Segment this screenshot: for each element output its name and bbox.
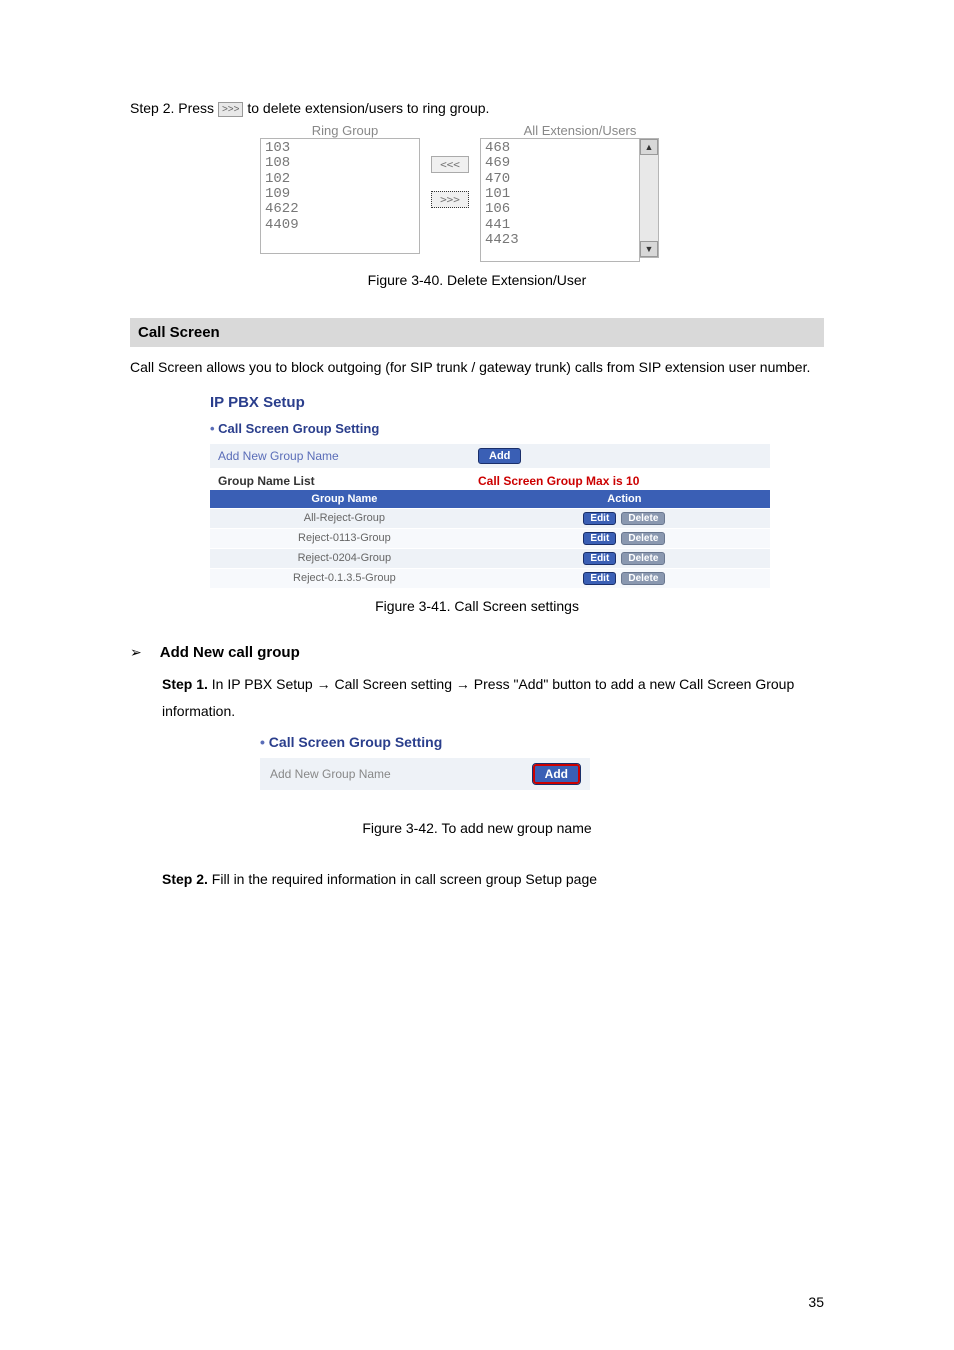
group-name-cell: All-Reject-Group <box>210 508 479 528</box>
ippbx-setup-block: IP PBX Setup Call Screen Group Setting A… <box>210 394 770 588</box>
call-screen-heading: Call Screen <box>130 318 824 347</box>
edit-button[interactable]: Edit <box>583 552 616 565</box>
csg-add-label: Add New Group Name <box>270 767 533 781</box>
step1-text: Step 1. In IP PBX Setup → Call Screen se… <box>162 671 824 724</box>
table-row: Reject-0113-Group Edit Delete <box>210 528 770 548</box>
table-row: All-Reject-Group Edit Delete <box>210 508 770 528</box>
triangle-bullet-icon: ➢ <box>130 644 142 661</box>
figure-3-42-caption: Figure 3-42. To add new group name <box>130 820 824 836</box>
scroll-down-icon[interactable]: ▼ <box>640 241 658 257</box>
ring-group-listbox[interactable]: 103 108 102 109 4622 4409 <box>260 138 420 254</box>
ring-group-widget: Ring Group All Extension/Users 103 108 1… <box>260 123 690 262</box>
group-table: Group Name Action All-Reject-Group Edit … <box>210 490 770 588</box>
scrollbar[interactable]: ▲ ▼ <box>640 138 659 258</box>
delete-button[interactable]: Delete <box>621 532 665 545</box>
csg-title: Call Screen Group Setting <box>260 734 824 750</box>
group-name-cell: Reject-0.1.3.5-Group <box>210 568 479 588</box>
ring-group-label: Ring Group <box>260 123 430 138</box>
step2b-label: Step 2. <box>162 871 208 887</box>
step2b-body: Fill in the required information in call… <box>208 871 597 887</box>
ippbx-subtitle: Call Screen Group Setting <box>210 421 770 436</box>
csg-inset: Call Screen Group Setting Add New Group … <box>260 734 824 790</box>
add-new-group-label: Add New Group Name <box>218 449 478 463</box>
all-ext-label: All Extension/Users <box>430 123 690 138</box>
step2-text-b: to delete extension/users to ring group. <box>247 100 489 116</box>
group-name-cell: Reject-0204-Group <box>210 548 479 568</box>
group-name-cell: Reject-0113-Group <box>210 528 479 548</box>
delete-button[interactable]: Delete <box>621 552 665 565</box>
call-screen-paragraph: Call Screen allows you to block outgoing… <box>130 355 824 380</box>
figure-3-40-caption: Figure 3-40. Delete Extension/User <box>130 272 824 288</box>
add-button-highlighted[interactable]: Add <box>533 764 580 784</box>
delete-button[interactable]: Delete <box>621 572 665 585</box>
table-row: Reject-0.1.3.5-Group Edit Delete <box>210 568 770 588</box>
col-action: Action <box>479 490 770 509</box>
move-in-button[interactable]: <<< <box>431 156 469 173</box>
ippbx-title: IP PBX Setup <box>210 394 770 411</box>
add-new-call-group-heading: Add New call group <box>160 644 300 661</box>
step2-line: Step 2. Press >>> to delete extension/us… <box>130 100 824 117</box>
edit-button[interactable]: Edit <box>583 532 616 545</box>
remove-button-inline[interactable]: >>> <box>218 102 244 117</box>
step1-label: Step 1. <box>162 676 208 692</box>
max-warning: Call Screen Group Max is 10 <box>478 474 639 488</box>
step2-text-a: Step 2. Press <box>130 100 218 116</box>
page-number: 35 <box>808 1294 824 1310</box>
all-ext-listbox[interactable]: 468 469 470 101 106 441 4423 <box>480 138 640 262</box>
add-button[interactable]: Add <box>478 448 521 464</box>
step2b-text: Step 2. Fill in the required information… <box>162 866 824 893</box>
group-name-list-label: Group Name List <box>218 474 478 488</box>
step1-body: In IP PBX Setup → Call Screen setting → … <box>162 676 794 719</box>
move-out-button[interactable]: >>> <box>431 191 469 208</box>
edit-button[interactable]: Edit <box>583 572 616 585</box>
delete-button[interactable]: Delete <box>621 512 665 525</box>
figure-3-41-caption: Figure 3-41. Call Screen settings <box>130 598 824 614</box>
edit-button[interactable]: Edit <box>583 512 616 525</box>
scroll-up-icon[interactable]: ▲ <box>640 139 658 155</box>
table-row: Reject-0204-Group Edit Delete <box>210 548 770 568</box>
col-group-name: Group Name <box>210 490 479 509</box>
